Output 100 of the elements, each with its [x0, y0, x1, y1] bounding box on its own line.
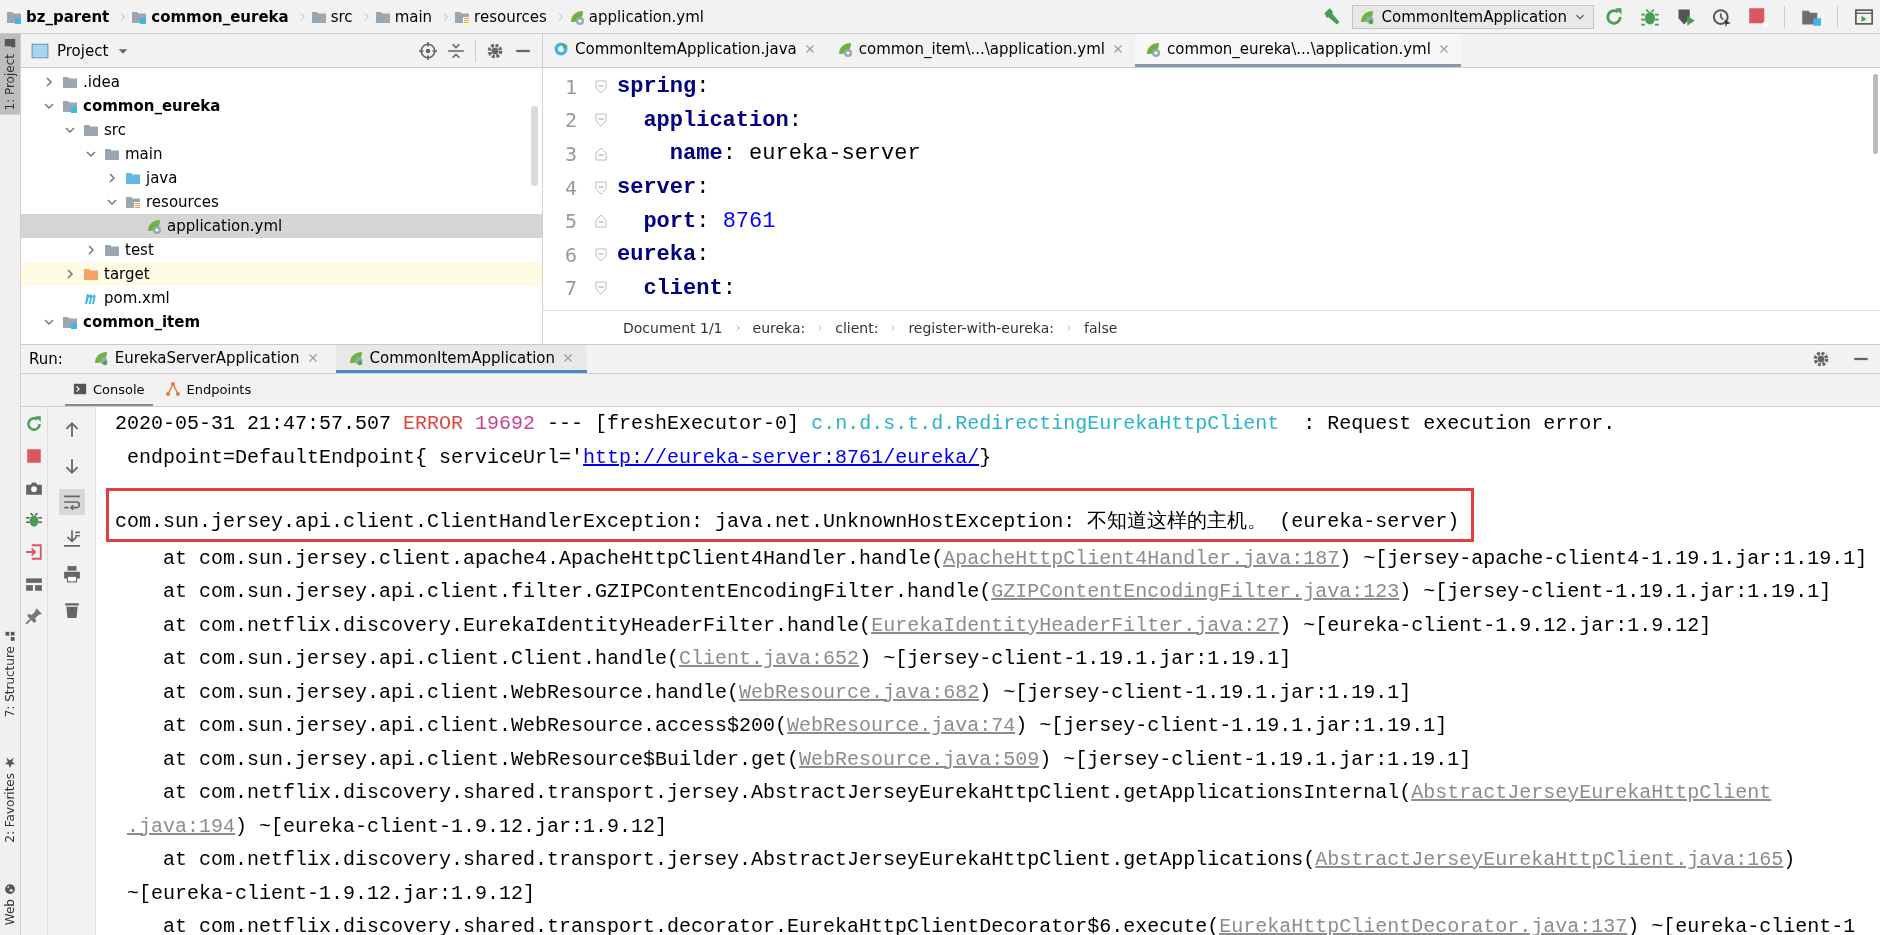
line-number: 6 — [563, 242, 578, 267]
tree-item[interactable]: java — [21, 166, 542, 190]
folder-icon — [83, 122, 99, 138]
url-link[interactable]: http://eureka-server:8761/eureka/ — [583, 445, 980, 469]
breadcrumb-item[interactable]: bz_parent — [26, 7, 110, 26]
java-class-icon — [553, 41, 569, 57]
collapse-all-icon[interactable] — [447, 41, 465, 60]
console-line: at com.sun.jersey.api.client.Client.handle(Client.java:652) ~[jersey-client-1.19.1.jar:1.19.1] — [162, 646, 1292, 672]
console-line: .java:194) ~[eureka-client-1.9.12.jar:1.9.12] — [126, 813, 668, 840]
printer-icon — [62, 565, 81, 583]
breadcrumb-item[interactable]: application.yml — [588, 7, 704, 26]
fold-marker-icon[interactable] — [593, 246, 609, 263]
panel-title: Project — [57, 41, 109, 60]
breadcrumb-item[interactable]: main — [394, 7, 433, 26]
tree-item[interactable]: .idea — [21, 70, 542, 94]
tree-item[interactable]: src — [21, 118, 542, 142]
console-line: ~[eureka-client-1.9.12.jar:1.9.12] — [126, 880, 536, 907]
soft-wrap-button[interactable] — [58, 489, 85, 515]
spring-file-icon — [568, 8, 585, 25]
fold-marker-icon[interactable] — [593, 112, 609, 129]
stop-icon[interactable] — [1748, 6, 1768, 27]
tree-item[interactable]: test — [21, 238, 542, 262]
breadcrumb-item[interactable]: resources — [474, 7, 547, 26]
fold-marker-icon[interactable] — [593, 78, 609, 95]
console-line: 2020-05-31 21:47:57.507 ERROR 19692 --- [freshExecutor-0] c.n.d.s.t.d.RedirectingEurekaHttpClient : Request execution error. — [115, 411, 1616, 437]
code-line: client: — [642, 275, 736, 301]
spring-file-icon — [1145, 41, 1162, 57]
tree-item[interactable]: target — [21, 262, 542, 286]
run-configuration-dropdown[interactable]: CommonItemApplication — [1352, 4, 1594, 29]
rerun-icon[interactable] — [25, 415, 43, 433]
console-line: at com.sun.jersey.api.client.WebResource.access$200(WebResource.java:74) ~[jersey-client-1.19.1.jar:1.19.1] — [162, 713, 1448, 739]
resources-folder-icon — [125, 194, 141, 210]
fold-marker-icon[interactable] — [593, 280, 609, 297]
editor-tab[interactable]: CommonItemApplication.java — [543, 34, 827, 67]
line-number: 3 — [563, 142, 578, 166]
run-tab[interactable]: EurekaServerApplication — [80, 345, 332, 373]
run-tab[interactable]: CommonItemApplication — [335, 345, 587, 373]
tree-item[interactable]: common_item — [21, 310, 542, 334]
settings-icon[interactable] — [1812, 350, 1830, 368]
wrap-icon — [62, 493, 81, 511]
editor-tab[interactable]: common_item\...\application.yml — [826, 34, 1136, 67]
endpoints-icon — [164, 381, 181, 397]
breadcrumb-item[interactable]: common_eureka — [151, 7, 289, 26]
stop-icon[interactable] — [25, 447, 43, 465]
scrollbar-thumb[interactable] — [531, 106, 538, 186]
console-icon — [73, 382, 87, 396]
layout-icon[interactable] — [25, 575, 43, 593]
tool-window-tab[interactable]: 1: Project — [0, 34, 20, 115]
line-number: 7 — [563, 276, 578, 301]
line-number: 2 — [563, 108, 578, 133]
exit-icon[interactable] — [25, 543, 43, 561]
profiler-icon[interactable] — [1712, 6, 1732, 27]
module-folder-icon — [62, 98, 78, 114]
tool-window-tab[interactable]: Web — [2, 876, 18, 931]
path-item[interactable]: register-with-eureka: — [908, 319, 1054, 336]
spring-app-icon — [1359, 8, 1376, 25]
path-item[interactable]: client: — [835, 319, 879, 336]
console-line: at com.netflix.discovery.shared.transport.jersey.AbstractJerseyEurekaHttpClient.getApplicationsInternal(AbstractJerseyEurekaHttpClient — [162, 780, 1772, 806]
scrollbar-thumb[interactable] — [1873, 74, 1878, 154]
locate-icon[interactable] — [419, 41, 437, 60]
scroll-end-icon — [62, 529, 81, 547]
path-item[interactable]: Document 1/1 — [623, 319, 723, 336]
tree-item[interactable]: main — [21, 142, 542, 166]
tree-item[interactable]: pom.xml — [21, 286, 542, 310]
path-item[interactable]: false — [1084, 319, 1118, 336]
tree-item[interactable]: application.yml — [21, 214, 542, 238]
excluded-folder-icon — [83, 266, 99, 282]
path-item[interactable]: eureka: — [752, 319, 806, 336]
console-tab[interactable]: Endpoints — [156, 374, 260, 406]
fold-marker-icon[interactable] — [593, 179, 609, 196]
panel-title: Run: — [29, 350, 63, 368]
tool-window-tab[interactable]: 2: Favorites — [2, 751, 18, 849]
module-folder-icon — [62, 314, 78, 330]
bug-icon[interactable] — [1640, 6, 1660, 27]
camera-icon[interactable] — [25, 479, 43, 497]
code-line: spring: — [617, 74, 710, 100]
rerun-icon[interactable] — [1604, 6, 1624, 27]
editor-tab[interactable]: common_eureka\...\application.yml — [1135, 34, 1461, 67]
code-line: eureka: — [617, 242, 710, 268]
trash-icon — [62, 601, 81, 619]
tree-item[interactable]: resources — [21, 190, 542, 214]
settings-icon[interactable] — [486, 41, 504, 60]
tool-window-tab[interactable]: 7: Structure — [2, 623, 18, 724]
console-line: endpoint=DefaultEndpoint{ serviceUrl='http://eureka-server:8761/eureka/} — [126, 444, 992, 471]
bug-icon[interactable] — [25, 511, 43, 529]
globe-icon — [4, 882, 16, 895]
breadcrumb-item[interactable]: src — [330, 7, 353, 26]
console-line: at com.sun.jersey.api.client.WebResource.handle(WebResource.java:682) ~[jersey-client-1.19.1.jar:1.19.1] — [162, 679, 1412, 706]
spring-app-icon — [92, 349, 109, 366]
spring-app-icon — [347, 349, 364, 366]
tool-window-icon[interactable] — [1854, 6, 1874, 27]
folder-icon — [104, 146, 120, 162]
console-line: at com.netflix.discovery.shared.transport.jersey.AbstractJerseyEurekaHttpClient.getApplications(AbstractJerseyEurekaHttpClient.java:165) — [162, 847, 1796, 873]
console-line: at com.netflix.discovery.EurekaIdentityHeaderFilter.handle(EurekaIdentityHeaderFilter.java:27) ~[eureka-client-1.9.12.jar:1.9.12] — [162, 612, 1712, 639]
folder-icon — [104, 242, 120, 258]
project-view-icon — [31, 41, 49, 60]
pin-icon[interactable] — [25, 607, 43, 625]
console-line: at com.sun.jersey.api.client.filter.GZIPContentEncodingFilter.handle(GZIPContentEncodingFilter.java:123) ~[jersey-client-1.19.1.jar:1.19.1] — [162, 579, 1832, 605]
console-line: at com.sun.jersey.client.apache4.ApacheHttpClient4Handler.handle(ApacheHttpClient4Handler.java:187) ~[jersey-apache-client4-1.19.1.jar:1.19.1] — [162, 545, 1868, 572]
console-line: com.sun.jersey.api.client.ClientHandlerException: java.net.UnknownHostException: 不知道这样的主机。 (eureka-server) — [115, 509, 1460, 535]
